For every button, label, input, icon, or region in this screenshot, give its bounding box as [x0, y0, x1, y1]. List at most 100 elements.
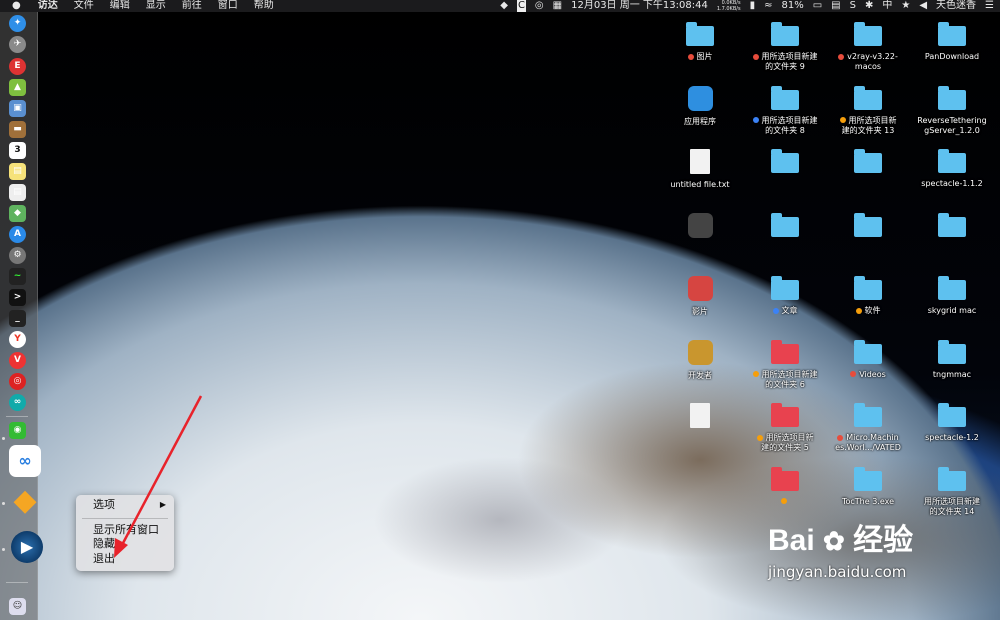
battery-percent[interactable]: 81%: [781, 0, 803, 12]
desktop-item[interactable]: skygrid mac: [912, 272, 992, 332]
desktop-item[interactable]: 文章: [745, 272, 825, 332]
desktop-item[interactable]: [912, 209, 992, 269]
desktop-item[interactable]: untitled file.txt: [660, 145, 740, 205]
menu-item-options[interactable]: 选项: [93, 498, 169, 512]
volume-icon[interactable]: ◀: [919, 0, 927, 12]
notebook-icon[interactable]: ▬: [9, 121, 26, 138]
desktop-item[interactable]: 影片: [660, 272, 740, 332]
desktop-item[interactable]: TocThe 3.exe: [828, 463, 908, 523]
desktop-item-label-line1: v2ray-v3.22-: [847, 52, 898, 61]
bookmark-icon[interactable]: ▮: [750, 0, 756, 12]
notes-icon-2[interactable]: ▤: [9, 184, 26, 201]
scrollbar-icon[interactable]: ▤: [831, 0, 840, 12]
battery-icon[interactable]: ▭: [813, 0, 822, 12]
preview-icon[interactable]: ▣: [9, 100, 26, 117]
netspeed-readout[interactable]: 0.0KB/s 1.7.0KB/s: [717, 0, 741, 12]
bluetooth-icon[interactable]: ✱: [865, 0, 873, 12]
folder-icon: [771, 85, 799, 110]
system-prefs-icon[interactable]: ⚙: [9, 247, 26, 264]
terminal-icon[interactable]: >: [9, 289, 26, 306]
color-tag-icon: [687, 53, 694, 60]
desktop-item[interactable]: [745, 463, 825, 523]
folder-icon: [938, 276, 966, 300]
desktop-item[interactable]: PanDownload: [912, 18, 992, 78]
desktop-item[interactable]: [745, 145, 825, 205]
desktop-item[interactable]: 开发者: [660, 336, 740, 396]
android-icon[interactable]: ▲: [9, 79, 26, 96]
desktop-item[interactable]: 用所选项目新 建的文件夹 5: [745, 399, 825, 459]
menu-file[interactable]: 文件: [66, 0, 102, 12]
apple-menu-icon[interactable]: ●: [0, 0, 30, 12]
desktop-item[interactable]: [745, 209, 825, 269]
desktop-item[interactable]: 软件: [828, 272, 908, 332]
menu-item-hide[interactable]: 隐藏: [93, 537, 115, 551]
netease-music-icon[interactable]: ◎: [9, 373, 26, 390]
menu-help[interactable]: 帮助: [246, 0, 282, 12]
menu-item-show-all-windows[interactable]: 显示所有窗口: [93, 523, 159, 537]
user-name[interactable]: 天色迷香: [936, 0, 976, 12]
appstore-icon[interactable]: A: [9, 226, 26, 243]
safari-icon[interactable]: ✦: [9, 15, 26, 32]
dock: ✦ ✈ E ▲ ▣ ▬ 3 ▤ ▤ ◆ A ⚙ ~ > _ Y V ◎ ∞ ◉ …: [0, 12, 43, 620]
running-indicator: [2, 548, 5, 551]
vivaldi-icon[interactable]: V: [9, 352, 26, 369]
quicktime-player-icon[interactable]: ▶: [11, 531, 43, 563]
notes-icon[interactable]: ▤: [9, 163, 26, 180]
menu-view[interactable]: 显示: [138, 0, 174, 12]
desktop-item[interactable]: 应用程序: [660, 82, 740, 142]
activity-monitor-icon[interactable]: ~: [9, 268, 26, 285]
menu-item-quit[interactable]: 退出: [93, 552, 115, 566]
menu-go[interactable]: 前往: [174, 0, 210, 12]
c-app-icon[interactable]: C: [516, 0, 526, 12]
desktop-item[interactable]: 用所选项目新建 的文件夹 14: [912, 463, 992, 523]
desktop-item[interactable]: [828, 145, 908, 205]
notification-icon[interactable]: ◆: [500, 0, 508, 12]
desktop-item-label: spectacle-1.2: [912, 433, 992, 443]
clock[interactable]: 12月03日 周一 下午13:08:44: [571, 0, 708, 12]
calendar-icon[interactable]: ▦: [553, 0, 562, 12]
finder-icon[interactable]: ☺: [9, 598, 26, 615]
desktop-item[interactable]: 用所选项目新建 的文件夹 6: [745, 336, 825, 396]
desktop-item[interactable]: 用所选项目新建 的文件夹 9: [745, 18, 825, 78]
menu-bar: ● 访达 文件 编辑 显示 前往 窗口 帮助 ◆ C ◎ ▦ 12月03日 周一…: [0, 0, 1000, 12]
flashcard-icon[interactable]: E: [9, 58, 26, 75]
folder-icon: [771, 403, 799, 427]
link-icon[interactable]: ∞: [9, 394, 26, 411]
desktop-item-label: [745, 497, 825, 507]
desktop-item[interactable]: tngmmac: [912, 336, 992, 396]
wifi-icon[interactable]: ≈: [764, 0, 772, 12]
yandex-icon[interactable]: Y: [9, 331, 26, 348]
desktop-item[interactable]: spectacle-1.2: [912, 399, 992, 459]
menu-finder[interactable]: 访达: [30, 0, 66, 12]
notification-center-icon[interactable]: ☰: [985, 0, 994, 12]
terminal-icon-2[interactable]: _: [9, 310, 26, 327]
folder-icon: [771, 466, 799, 491]
input-method[interactable]: 中: [882, 0, 892, 12]
menu-window[interactable]: 窗口: [210, 0, 246, 12]
menu-edit[interactable]: 编辑: [102, 0, 138, 12]
desktop-item[interactable]: ReverseTethering gServer_1.2.0: [912, 82, 992, 142]
maps-icon[interactable]: ◆: [9, 205, 26, 222]
desktop-item-label: ReverseTethering gServer_1.2.0: [912, 116, 992, 136]
running-indicator: [2, 437, 5, 440]
calendar-icon[interactable]: 3: [9, 142, 26, 159]
desktop-item[interactable]: 图片: [660, 18, 740, 78]
desktop-item-label-line1: Micro.Machin: [846, 433, 899, 442]
star-icon[interactable]: ★: [901, 0, 910, 12]
sketch-icon[interactable]: ◆: [9, 485, 41, 517]
wechat-icon[interactable]: ◉: [9, 422, 26, 439]
s-app-icon[interactable]: S: [850, 0, 856, 12]
globe-icon[interactable]: ◎: [535, 0, 544, 12]
desktop-item[interactable]: [828, 209, 908, 269]
desktop-item-label: PanDownload: [912, 52, 992, 62]
desktop-item[interactable]: v2ray-v3.22- macos: [828, 18, 908, 78]
desktop-item[interactable]: Micro.Machin es.Worl.../VATED: [828, 399, 908, 459]
desktop-item[interactable]: [660, 209, 740, 269]
baidu-netdisk-icon[interactable]: ∞: [9, 445, 41, 477]
desktop-item[interactable]: Videos: [828, 336, 908, 396]
desktop-item[interactable]: [660, 399, 740, 459]
desktop-item[interactable]: 用所选项目新 建的文件夹 13: [828, 82, 908, 142]
launchpad-icon[interactable]: ✈: [9, 36, 26, 53]
desktop-item[interactable]: spectacle-1.1.2: [912, 145, 992, 205]
desktop-item[interactable]: 用所选项目新建 的文件夹 8: [745, 82, 825, 142]
